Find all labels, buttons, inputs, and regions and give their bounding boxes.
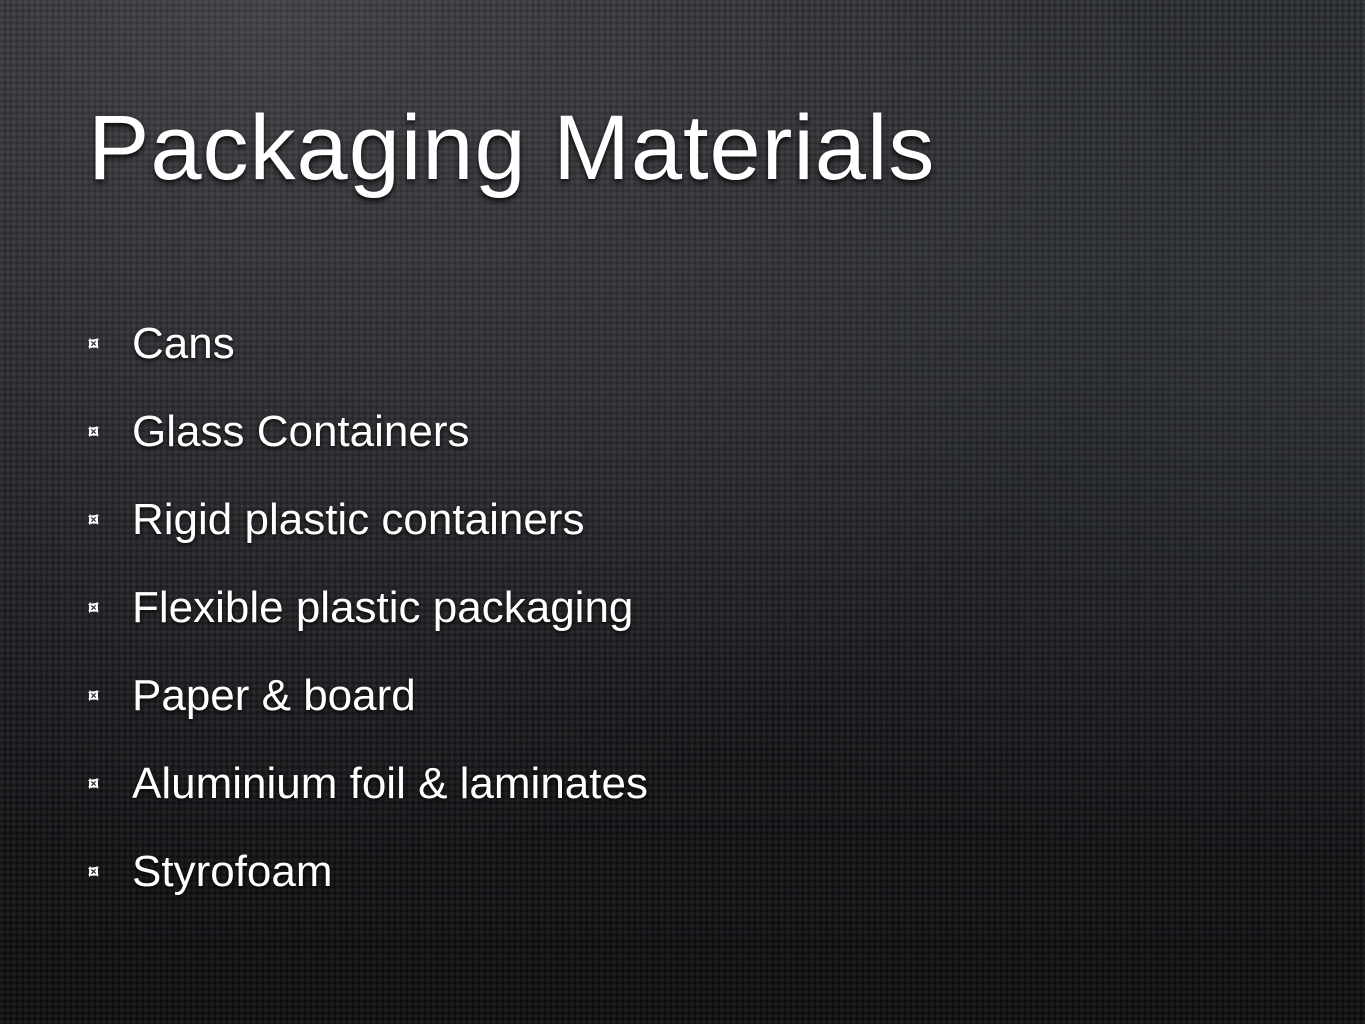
list-item-label: Rigid plastic containers bbox=[132, 495, 585, 544]
bullet-icon bbox=[88, 336, 99, 349]
bullet-icon bbox=[88, 864, 99, 877]
bullet-icon bbox=[88, 600, 99, 613]
list-item-label: Glass Containers bbox=[132, 407, 470, 456]
list-item: Rigid plastic containers bbox=[88, 476, 648, 564]
list-item: Styrofoam bbox=[88, 828, 648, 916]
list-item: Glass Containers bbox=[88, 388, 648, 476]
bullet-icon bbox=[88, 688, 99, 701]
list-item-label: Aluminium foil & laminates bbox=[132, 759, 648, 808]
bullet-list: Cans Glass Containers Rigid plastic cont… bbox=[88, 300, 648, 916]
list-item: Aluminium foil & laminates bbox=[88, 740, 648, 828]
slide-title: Packaging Materials bbox=[88, 97, 936, 199]
slide: Packaging Materials Cans Glass Container… bbox=[0, 0, 1365, 1024]
bullet-icon bbox=[88, 512, 99, 525]
list-item-label: Styrofoam bbox=[132, 847, 333, 896]
list-item-label: Cans bbox=[132, 319, 235, 368]
list-item: Cans bbox=[88, 300, 648, 388]
bullet-icon bbox=[88, 424, 99, 437]
bullet-icon bbox=[88, 776, 99, 789]
list-item-label: Paper & board bbox=[132, 671, 416, 720]
list-item: Flexible plastic packaging bbox=[88, 564, 648, 652]
list-item: Paper & board bbox=[88, 652, 648, 740]
list-item-label: Flexible plastic packaging bbox=[132, 583, 634, 632]
